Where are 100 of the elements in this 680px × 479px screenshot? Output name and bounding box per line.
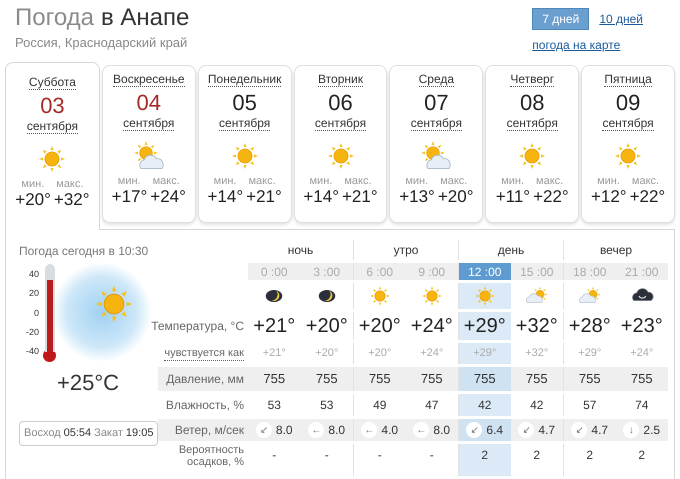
feels-like-value: +24°: [420, 346, 444, 362]
humidity-value: 42: [530, 397, 544, 414]
humidity-value: 74: [635, 397, 648, 414]
wind-speed: 8.0: [276, 422, 293, 439]
min-temperature: +17°: [112, 187, 148, 207]
max-label: макс.: [152, 175, 180, 187]
page-title: Погода: [15, 4, 94, 32]
month-label: сентября: [314, 116, 366, 131]
precipitation-value: 2: [533, 447, 540, 464]
day-date: 07: [424, 90, 449, 116]
feels-like-value: +29°: [473, 346, 496, 362]
min-temperature: +14°: [208, 187, 244, 207]
precipitation-value: 2: [586, 447, 594, 464]
max-label: макс.: [344, 175, 372, 187]
map-link[interactable]: погода на карте: [532, 36, 620, 54]
min-temperature: +11°: [496, 187, 530, 207]
wind-direction-icon: ↙: [256, 422, 272, 438]
feels-like-label: чувствуется как: [164, 346, 244, 360]
min-label: мин.: [214, 175, 236, 187]
month-label: сентября: [506, 116, 558, 131]
max-temperature: +22°: [630, 187, 666, 207]
day-date: 05: [232, 90, 257, 116]
humidity-value: 57: [583, 397, 596, 414]
pressure-value: 755: [578, 370, 601, 388]
wind-speed: 4.7: [538, 422, 556, 439]
scale-label: -40: [26, 346, 39, 356]
wind-speed: 4.0: [381, 422, 398, 439]
precipitation-label: Вероятность осадков, %: [178, 444, 244, 468]
min-temperature: +12°: [590, 187, 627, 207]
pressure-value: 755: [316, 370, 338, 388]
hourly-temperature: +23°: [620, 314, 663, 339]
weekday-label: Понедельник: [208, 72, 282, 87]
precipitation-value: -: [430, 447, 434, 464]
sunrise-label: Восход: [24, 426, 61, 441]
weekday-label: Вторник: [318, 72, 363, 87]
min-label: мин.: [405, 175, 428, 187]
day-card[interactable]: Воскресенье 04 сентября мин. макс. +17° +24°: [102, 65, 196, 223]
wind-speed: 8.0: [328, 422, 346, 439]
pressure-value: 755: [474, 370, 496, 388]
weekday-label: Четверг: [510, 72, 554, 87]
range-tab[interactable]: 10 дней: [597, 10, 645, 28]
feels-like-value: +21°: [262, 346, 286, 362]
min-label: мин.: [597, 175, 620, 187]
min-label: мин.: [21, 178, 44, 190]
month-label: сентября: [410, 116, 462, 131]
region-text: Россия, Краснодарский край: [15, 34, 188, 52]
day-date: 08: [520, 90, 544, 116]
day-card[interactable]: Четверг 08 сентября мин. макс. +11° +22°: [485, 65, 580, 223]
humidity-value: 53: [320, 397, 334, 414]
month-label: сентября: [26, 119, 78, 134]
max-temperature: +24°: [150, 187, 186, 207]
humidity-value: 49: [373, 397, 386, 414]
min-temperature: +14°: [303, 187, 339, 207]
feels-like-value: +20°: [315, 346, 338, 362]
min-label: мин.: [501, 175, 524, 187]
scale-label: -20: [26, 326, 39, 337]
month-label: сентября: [219, 116, 270, 131]
wind-direction-icon: ←: [361, 422, 378, 438]
max-temperature: +20°: [438, 187, 474, 207]
day-card[interactable]: Понедельник 05 сентября мин. макс. +14° +21°: [198, 65, 292, 223]
sun-cloud-icon: [420, 140, 452, 172]
sunset-time: 19:05: [126, 426, 154, 441]
pressure-value: 755: [263, 370, 286, 388]
humidity-value: 42: [478, 397, 492, 414]
feels-like-value: +20°: [368, 346, 392, 362]
feels-like-value: +29°: [578, 346, 602, 362]
scale-label: 0: [34, 308, 39, 318]
precipitation-value: -: [324, 447, 329, 464]
pressure-value: 755: [630, 370, 653, 388]
weekday-label: Суббота: [28, 75, 76, 90]
humidity-label: Влажность, %: [166, 397, 244, 414]
feels-like-value: +32°: [525, 346, 548, 362]
pressure-value: 755: [368, 370, 391, 388]
scale-label: 40: [28, 269, 39, 279]
day-date: 06: [328, 90, 353, 116]
day-card[interactable]: Вторник 06 сентября мин. макс. +14° +21°: [294, 65, 388, 223]
wind-speed: 6.4: [486, 422, 504, 439]
day-card[interactable]: Суббота 03 сентября мин. макс. +20° +32°: [5, 62, 100, 230]
day-card[interactable]: Пятница 09 сентября мин. макс. +12° +22°: [581, 65, 676, 223]
hourly-temperature: +28°: [568, 314, 611, 339]
current-temperature: +25°C: [57, 369, 120, 397]
max-label: макс.: [56, 178, 84, 190]
precipitation-value: 2: [638, 447, 646, 464]
max-label: макс.: [248, 175, 276, 187]
pressure-label: Давление, мм: [166, 371, 244, 388]
day-date: 03: [40, 93, 65, 119]
min-label: мин.: [309, 175, 332, 187]
precipitation-value: -: [378, 447, 382, 464]
max-label: макс.: [632, 175, 660, 187]
hourly-temperature: +21°: [253, 314, 296, 339]
max-temperature: +21°: [342, 187, 378, 207]
sunrise-time: 05:54: [64, 426, 92, 441]
weekday-label: Пятница: [604, 72, 652, 87]
day-card[interactable]: Среда 07 сентября мин. макс. +13° +20°: [389, 65, 484, 223]
hourly-temperature: +24°: [410, 314, 453, 339]
min-temperature: +13°: [399, 187, 435, 207]
weekday-label: Воскресенье: [113, 72, 185, 87]
period-label: вечер: [600, 242, 632, 259]
min-label: мин.: [118, 175, 141, 187]
wind-direction-icon: ↙: [571, 422, 588, 438]
